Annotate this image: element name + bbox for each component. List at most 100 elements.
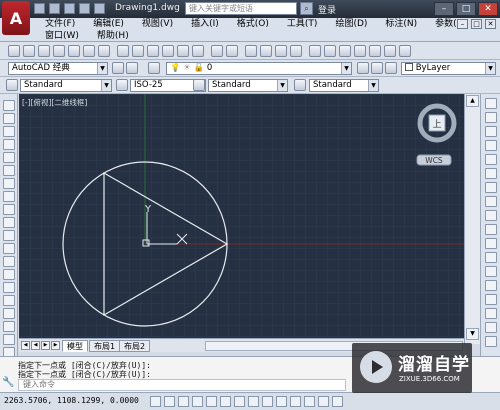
- workspace-settings-icon[interactable]: [112, 62, 124, 74]
- scroll-down-button[interactable]: ▼: [466, 328, 479, 340]
- qnew-icon[interactable]: [23, 45, 35, 57]
- menu-item[interactable]: 格式(O): [228, 18, 278, 30]
- stretch-icon[interactable]: [485, 210, 497, 221]
- dim-style-icon[interactable]: [116, 79, 128, 91]
- copy-icon[interactable]: [147, 45, 159, 57]
- doc-minimize-button[interactable]: –: [457, 19, 468, 29]
- polar-toggle[interactable]: [206, 396, 217, 407]
- open-file-icon[interactable]: [49, 3, 60, 14]
- tab-model[interactable]: 模型: [62, 340, 88, 352]
- publish-icon[interactable]: [98, 45, 110, 57]
- command-input[interactable]: 键入命令: [18, 379, 346, 391]
- 3d-print-icon[interactable]: [117, 45, 129, 57]
- prev-tab-button[interactable]: ◀: [31, 341, 40, 350]
- zoom-previous-icon[interactable]: [290, 45, 302, 57]
- tab-layout2[interactable]: 布局2: [119, 340, 151, 352]
- dyn-toggle[interactable]: [276, 396, 287, 407]
- rectangle-icon[interactable]: [3, 152, 15, 163]
- workspace-save-icon[interactable]: [126, 62, 138, 74]
- scale-icon[interactable]: [485, 196, 497, 207]
- zoom-realtime-icon[interactable]: [260, 45, 272, 57]
- menu-item[interactable]: 编辑(E): [84, 18, 133, 30]
- explode-icon[interactable]: [485, 336, 497, 347]
- lineweight-toggle[interactable]: [290, 396, 301, 407]
- array-icon[interactable]: [485, 154, 497, 165]
- make-block-icon[interactable]: [3, 256, 15, 267]
- print-icon[interactable]: [68, 45, 80, 57]
- redo-icon[interactable]: [226, 45, 238, 57]
- layer-properties-icon[interactable]: [148, 62, 160, 74]
- help-icon[interactable]: [399, 45, 411, 57]
- save-icon[interactable]: [53, 45, 65, 57]
- table-style-icon[interactable]: [193, 79, 205, 91]
- break-icon[interactable]: [485, 266, 497, 277]
- polyline-icon[interactable]: [3, 126, 15, 137]
- quick-properties-toggle[interactable]: [318, 396, 329, 407]
- blend-icon[interactable]: [485, 322, 497, 333]
- match-properties-icon[interactable]: [177, 45, 189, 57]
- gradient-icon[interactable]: [3, 295, 15, 306]
- point-icon[interactable]: [3, 269, 15, 280]
- markup-icon[interactable]: [369, 45, 381, 57]
- new-icon[interactable]: [8, 45, 20, 57]
- circle-icon[interactable]: [3, 178, 15, 189]
- chamfer-icon[interactable]: [485, 294, 497, 305]
- doc-restore-button[interactable]: □: [471, 19, 482, 29]
- mtext-icon[interactable]: [3, 334, 15, 345]
- polygon-icon[interactable]: [3, 139, 15, 150]
- undo-icon[interactable]: [94, 3, 105, 14]
- menu-item[interactable]: 插入(I): [182, 18, 228, 30]
- next-tab-button[interactable]: ▶: [41, 341, 50, 350]
- table-icon[interactable]: [3, 321, 15, 332]
- transparency-toggle[interactable]: [304, 396, 315, 407]
- design-center-icon[interactable]: [324, 45, 336, 57]
- text-style-icon[interactable]: [6, 79, 18, 91]
- zoom-window-icon[interactable]: [275, 45, 287, 57]
- copy-object-icon[interactable]: [485, 112, 497, 123]
- search-icon[interactable]: ⌕: [300, 2, 313, 15]
- infer-constraints-toggle[interactable]: [150, 396, 161, 407]
- line-icon[interactable]: [3, 100, 15, 111]
- properties-icon[interactable]: [309, 45, 321, 57]
- color-select[interactable]: ByLayer ▼: [401, 62, 496, 75]
- ortho-toggle[interactable]: [192, 396, 203, 407]
- drawing-svg[interactable]: Y 上 WCS: [19, 94, 464, 338]
- pan-icon[interactable]: [245, 45, 257, 57]
- 3dosnap-toggle[interactable]: [234, 396, 245, 407]
- wcs-badge[interactable]: WCS: [416, 154, 452, 166]
- menu-item[interactable]: 帮助(H): [88, 30, 138, 42]
- menu-item[interactable]: 文件(F): [36, 18, 84, 30]
- app-logo-button[interactable]: A: [2, 1, 30, 35]
- insert-block-icon[interactable]: [3, 243, 15, 254]
- sheet-set-icon[interactable]: [354, 45, 366, 57]
- scroll-up-button[interactable]: ▲: [466, 95, 479, 107]
- menu-item[interactable]: 工具(T): [278, 18, 327, 30]
- login-link[interactable]: 登录: [318, 3, 336, 16]
- vertical-scrollbar[interactable]: ▲ ▼: [464, 94, 480, 344]
- layer-previous-icon[interactable]: [371, 62, 383, 74]
- revision-cloud-icon[interactable]: [3, 191, 15, 202]
- spline-icon[interactable]: [3, 204, 15, 215]
- workspace-select[interactable]: AutoCAD 经典 ▼: [8, 62, 108, 75]
- menu-item[interactable]: 绘图(D): [326, 18, 376, 30]
- search-input[interactable]: 键入关键字或短语: [185, 2, 297, 15]
- fillet-icon[interactable]: [485, 308, 497, 319]
- make-current-layer-icon[interactable]: [357, 62, 369, 74]
- tool-palettes-icon[interactable]: [339, 45, 351, 57]
- snap-toggle[interactable]: [164, 396, 175, 407]
- multileader-style-icon[interactable]: [294, 79, 306, 91]
- command-customize-icon[interactable]: 🔧: [2, 377, 16, 391]
- undo-icon[interactable]: [211, 45, 223, 57]
- paste-icon[interactable]: [162, 45, 174, 57]
- maximize-button[interactable]: □: [456, 2, 476, 16]
- close-button[interactable]: ✕: [478, 2, 498, 16]
- osnap-toggle[interactable]: [220, 396, 231, 407]
- text-style-select[interactable]: Standard ▼: [20, 79, 112, 92]
- extend-icon[interactable]: [485, 238, 497, 249]
- break-at-point-icon[interactable]: [485, 252, 497, 263]
- trim-icon[interactable]: [485, 224, 497, 235]
- otrack-toggle[interactable]: [248, 396, 259, 407]
- minimize-button[interactable]: –: [434, 2, 454, 16]
- cut-icon[interactable]: [132, 45, 144, 57]
- offset-icon[interactable]: [485, 140, 497, 151]
